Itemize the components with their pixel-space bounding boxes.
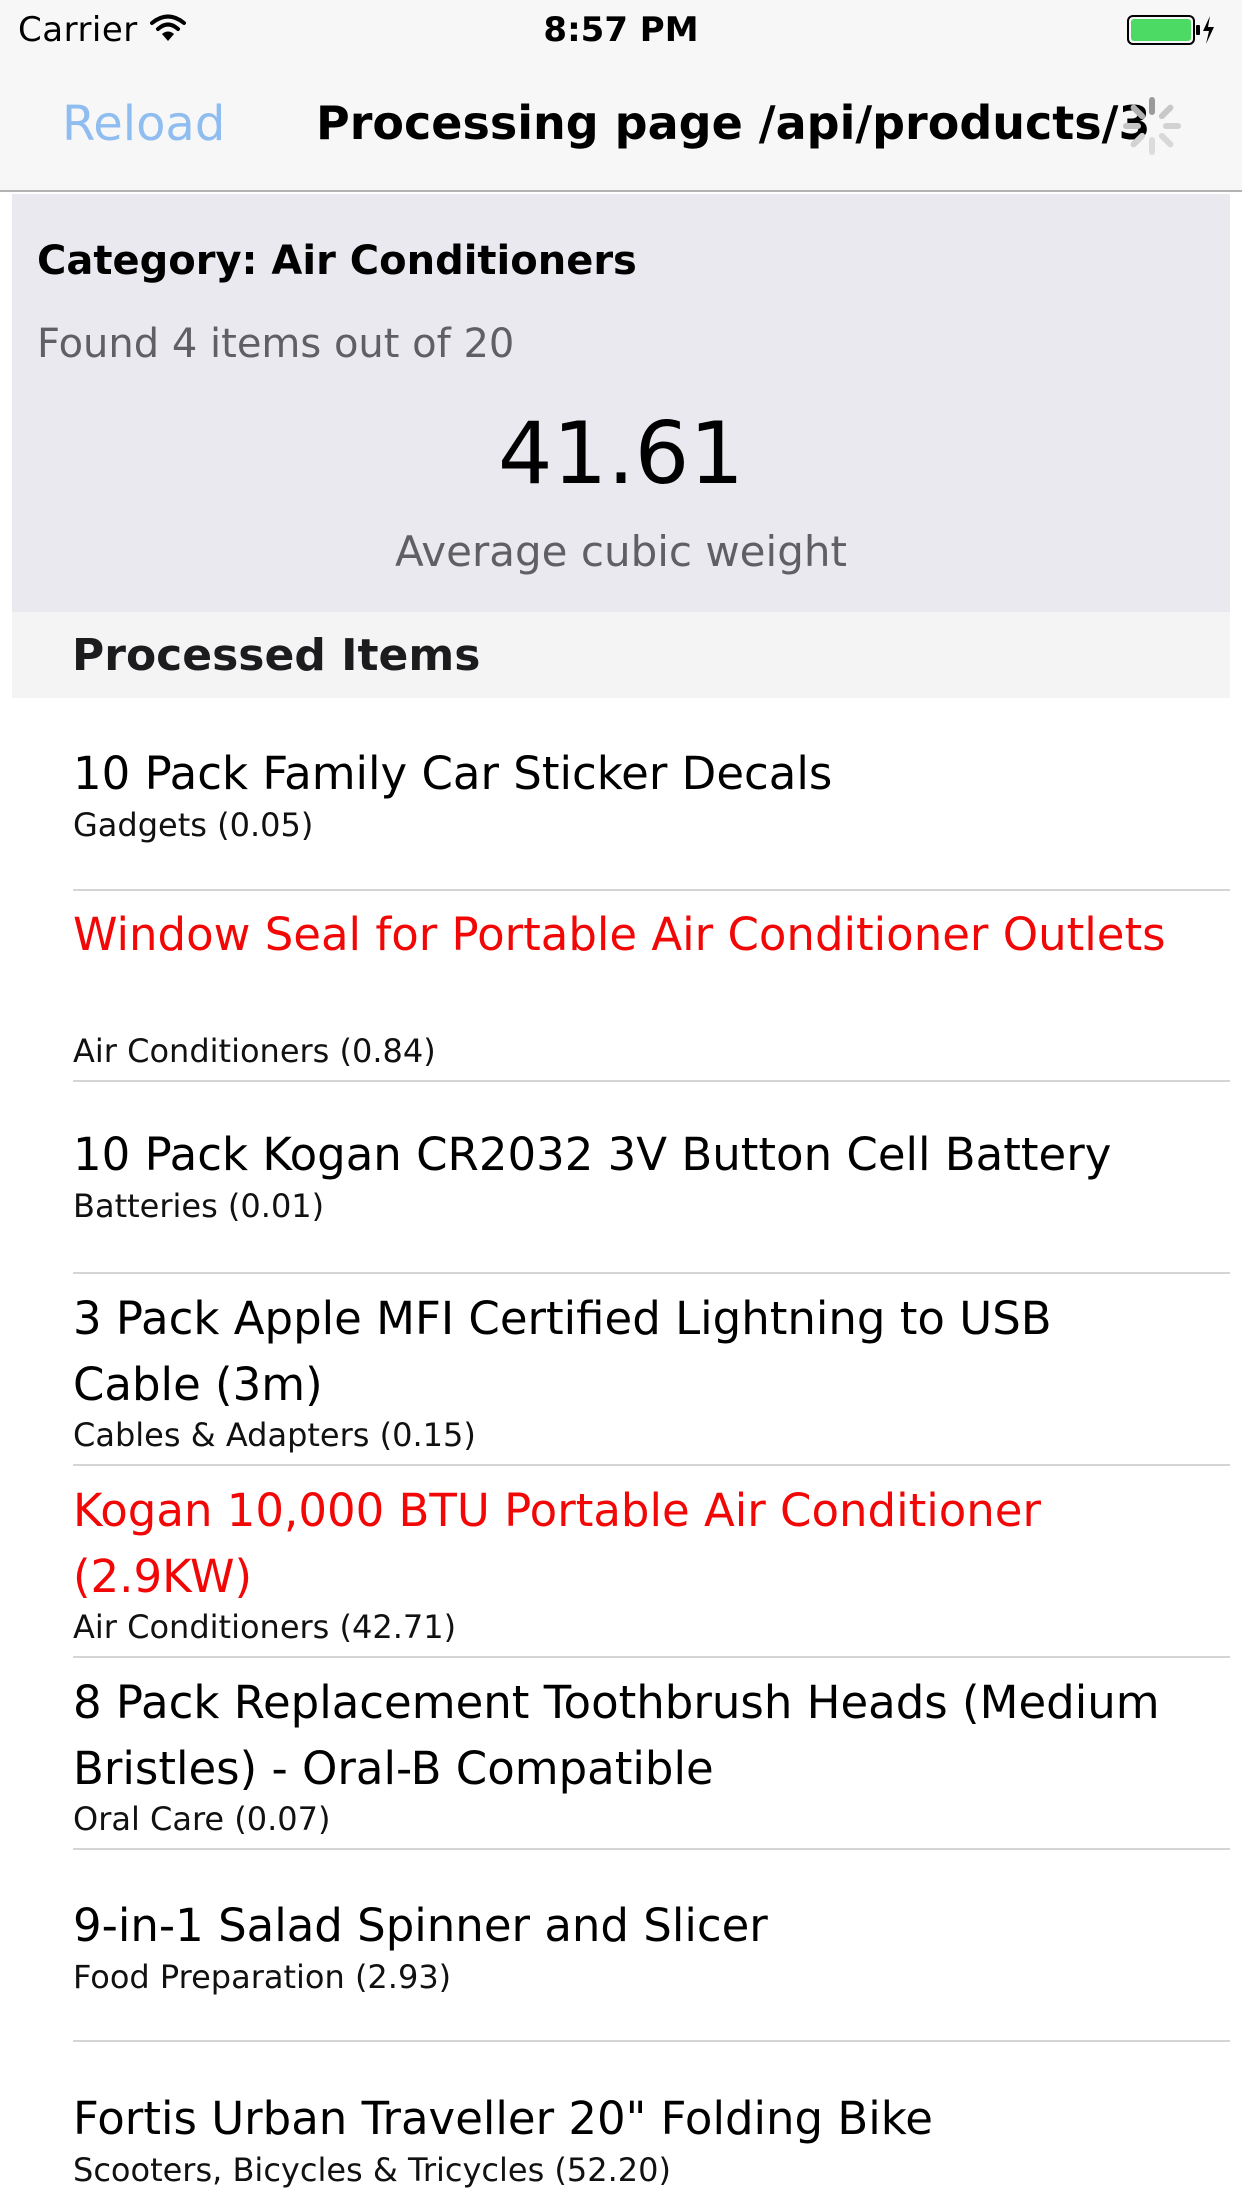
summary-panel: Category: Air Conditioners Found 4 items…: [12, 194, 1230, 612]
nav-title: Processing page /api/products/3: [316, 96, 1151, 150]
section-header-label: Processed Items: [72, 630, 481, 681]
item-title: 10 Pack Family Car Sticker Decals: [73, 747, 833, 800]
list-item[interactable]: 10 Pack Family Car Sticker Decals Gadget…: [0, 698, 1242, 891]
item-title: 8 Pack Replacement Toothbrush Heads (Med…: [73, 1676, 1160, 1795]
list-item[interactable]: Window Seal for Portable Air Conditioner…: [0, 890, 1242, 1082]
item-subtitle: Food Preparation (2.93): [73, 1958, 452, 1996]
item-title: Fortis Urban Traveller 20" Folding Bike: [73, 2092, 933, 2145]
spinner-icon: [1120, 94, 1184, 158]
item-subtitle: Scooters, Bicycles & Tricycles (52.20): [73, 2151, 671, 2189]
status-bar: Carrier 8:57 PM: [0, 0, 1242, 60]
section-header: Processed Items: [12, 612, 1230, 698]
app-screen: Carrier 8:57 PM Reload Processing page /…: [0, 0, 1242, 2208]
navigation-bar: Reload Processing page /api/products/3: [0, 60, 1242, 192]
list-item[interactable]: 10 Pack Kogan CR2032 3V Button Cell Batt…: [0, 1082, 1242, 1274]
item-title: 10 Pack Kogan CR2032 3V Button Cell Batt…: [73, 1128, 1112, 1181]
list-item[interactable]: 3 Pack Apple MFI Certified Lightning to …: [0, 1274, 1242, 1466]
average-weight-caption: Average cubic weight: [395, 527, 847, 576]
list-item[interactable]: Kogan 10,000 BTU Portable Air Conditione…: [0, 1466, 1242, 1658]
list-item[interactable]: 9-in-1 Salad Spinner and Slicer Food Pre…: [0, 1850, 1242, 2042]
item-subtitle: Gadgets (0.05): [73, 806, 314, 844]
reload-button[interactable]: Reload: [62, 96, 225, 152]
found-count-label: Found 4 items out of 20: [37, 321, 515, 367]
item-title: Kogan 10,000 BTU Portable Air Conditione…: [73, 1484, 1041, 1603]
item-subtitle: Oral Care (0.07): [73, 1800, 331, 1838]
item-title: 9-in-1 Salad Spinner and Slicer: [73, 1899, 768, 1952]
item-subtitle: Air Conditioners (42.71): [73, 1608, 457, 1646]
item-title: Window Seal for Portable Air Conditioner…: [73, 908, 1166, 961]
average-weight-value: 41.61: [497, 404, 745, 504]
item-title: 3 Pack Apple MFI Certified Lightning to …: [73, 1292, 1052, 1411]
list-item[interactable]: Fortis Urban Traveller 20" Folding Bike …: [0, 2042, 1242, 2208]
status-time: 8:57 PM: [543, 10, 699, 50]
list-item[interactable]: 8 Pack Replacement Toothbrush Heads (Med…: [0, 1658, 1242, 1850]
battery-charging-icon: [1126, 14, 1216, 46]
item-subtitle: Cables & Adapters (0.15): [73, 1416, 476, 1454]
category-label: Category: Air Conditioners: [37, 238, 637, 284]
item-subtitle: Air Conditioners (0.84): [73, 1032, 436, 1070]
item-subtitle: Batteries (0.01): [73, 1187, 325, 1225]
